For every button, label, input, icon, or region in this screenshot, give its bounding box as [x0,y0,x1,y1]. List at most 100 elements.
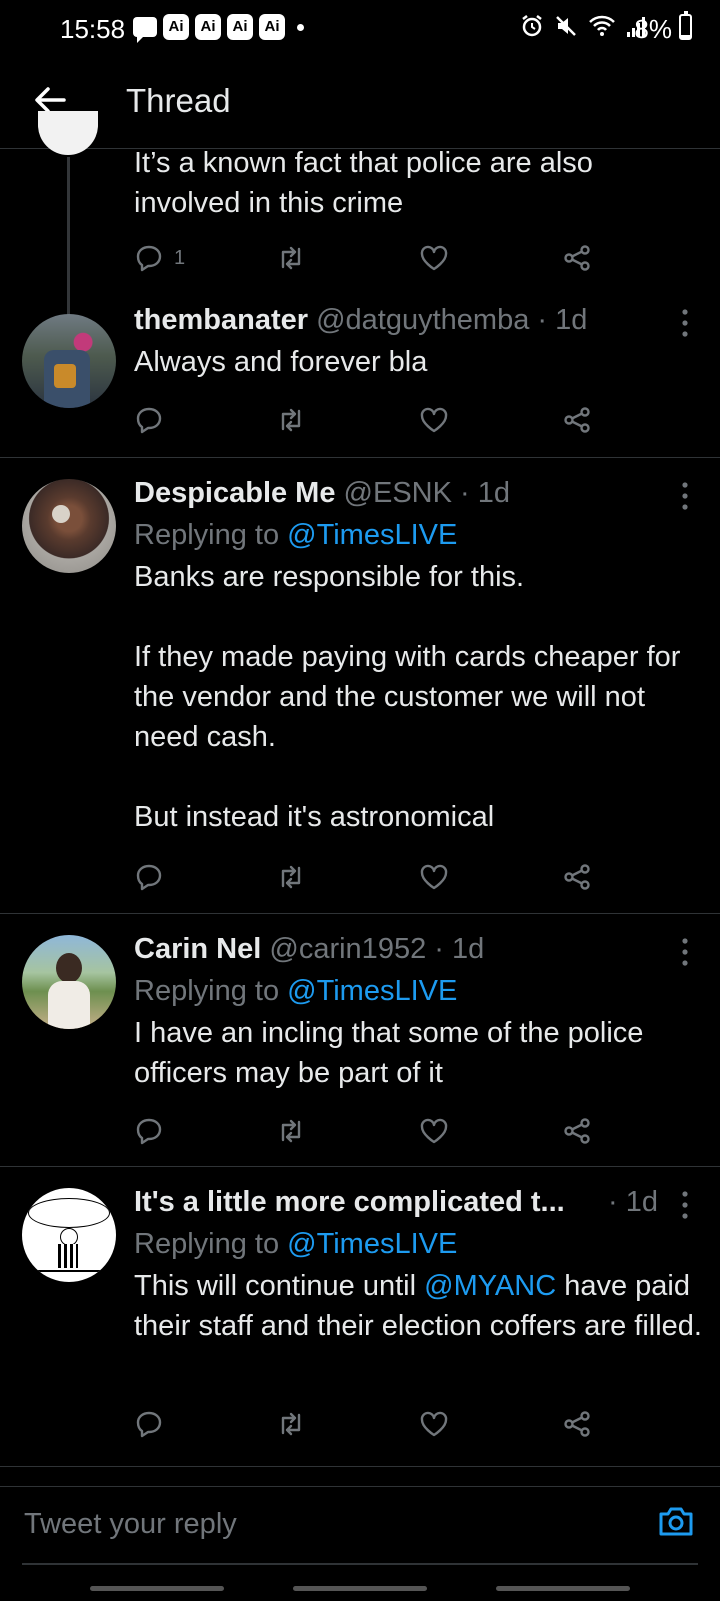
like-button[interactable] [419,857,449,897]
tweet-actions [134,1111,614,1151]
retweet-button[interactable] [276,400,306,440]
tweet-actions [134,857,614,897]
message-icon [133,17,157,43]
display-name[interactable]: Despicable Me [134,477,335,509]
heart-icon [420,1118,448,1144]
battery-icon [679,11,692,40]
more-options-icon[interactable] [680,937,690,967]
tweet-header: Despicable Me @ESNK · 1d [134,477,511,509]
heart-icon [420,245,448,271]
mention-link[interactable]: @TimesLIVE [287,1228,457,1260]
reply-button[interactable] [134,857,164,897]
share-button[interactable] [562,238,592,278]
tweet-actions: 1 [134,238,614,278]
avatar [38,111,98,155]
ai-badge-icon: Ai [259,14,285,40]
username[interactable]: @datguythemba [316,304,529,336]
reply-button[interactable] [134,400,164,440]
like-button[interactable] [419,1111,449,1151]
tweet-actions [134,1404,614,1444]
timestamp[interactable]: 1d [626,1186,658,1218]
timestamp[interactable]: 1d [478,477,510,509]
nav-recent-handle[interactable] [90,1586,224,1591]
share-button[interactable] [562,400,592,440]
retweet-button[interactable] [276,1111,306,1151]
display-name[interactable]: thembanater [134,304,308,336]
like-button[interactable] [419,400,449,440]
alarm-icon [522,15,542,37]
heart-icon [420,407,448,433]
page-title: Thread [126,82,231,119]
username[interactable]: @ESNK [344,477,452,509]
replying-to: Replying to @TimesLIVE [134,519,458,551]
tweet[interactable]: Despicable Me @ESNK · 1d Replying to @Ti… [0,457,720,914]
retweet-icon [281,1412,301,1436]
share-icon [564,864,590,890]
avatar[interactable] [22,1188,116,1282]
retweet-icon [281,246,301,270]
ai-badge-icon: Ai [195,14,221,40]
share-button[interactable] [562,1404,592,1444]
more-options-icon[interactable] [680,481,690,511]
reply-button[interactable] [134,1111,164,1151]
reply-button[interactable]: 1 [134,238,185,278]
share-button[interactable] [562,1111,592,1151]
tweet[interactable]: It’s a known fact that police are also i… [0,111,720,317]
tweet-actions [134,400,614,440]
avatar[interactable] [22,314,116,408]
retweet-icon [281,408,301,432]
display-name[interactable]: Carin Nel [134,933,261,965]
reply-count: 1 [174,246,186,269]
mention-link[interactable]: @TimesLIVE [287,975,457,1007]
display-name[interactable]: It's a little more complicated t... [134,1186,565,1218]
share-icon [564,1411,590,1437]
nav-back-handle[interactable] [496,1586,630,1591]
tweet[interactable]: thembanater @datguythemba · 1d Always an… [0,304,720,458]
share-icon [564,245,590,271]
retweet-icon [281,865,301,889]
retweet-button[interactable] [276,1404,306,1444]
share-icon [564,1118,590,1144]
share-button[interactable] [562,857,592,897]
retweet-button[interactable] [276,857,306,897]
mute-icon [556,16,576,36]
tweet-text: I have an incling that some of the polic… [134,1017,644,1089]
camera-icon[interactable] [656,1501,696,1541]
replying-to: Replying to @TimesLIVE [134,1228,458,1260]
replying-to: Replying to @TimesLIVE [134,975,458,1007]
retweet-button[interactable] [276,238,306,278]
ai-badge-icon: Ai [227,14,253,40]
system-navigation-bar [0,1582,720,1600]
mention-link[interactable]: @TimesLIVE [287,519,457,551]
tweet-time: · 1d [608,1186,658,1218]
tweet-header: It's a little more complicated t... [134,1186,565,1219]
more-options-icon[interactable] [680,308,690,338]
like-button[interactable] [419,238,449,278]
avatar[interactable] [22,935,116,1029]
retweet-icon [281,1119,301,1143]
status-time: 15:58 [60,14,126,44]
heart-icon [420,1411,448,1437]
wifi-icon [589,15,615,36]
reply-button[interactable] [134,1404,164,1444]
tweet[interactable]: Carin Nel @carin1952 · 1d Replying to @T… [0,913,720,1167]
tweet-text: Always and forever bla [134,346,428,378]
tweet-text: It’s a known fact that police are also i… [134,147,593,219]
tweet[interactable]: It's a little more complicated t... · 1d… [0,1166,720,1467]
mention-link[interactable]: @MYANC [424,1270,556,1302]
reply-icon [136,407,162,434]
thread-header: Thread [0,56,720,149]
tweet-text: This will continue until @MYANC have pai… [134,1270,702,1342]
system-icons [520,14,648,38]
nav-home-handle[interactable] [293,1586,427,1591]
more-options-icon[interactable] [680,1190,690,1220]
avatar[interactable] [22,479,116,573]
tweet-text: Banks are responsible for this. If they … [134,561,681,833]
username[interactable]: @carin1952 [269,933,426,965]
reply-input[interactable] [22,1507,586,1542]
thread-connector-line [67,157,70,317]
battery-percentage: 8% [634,14,672,44]
timestamp[interactable]: 1d [555,304,587,336]
like-button[interactable] [419,1404,449,1444]
timestamp[interactable]: 1d [452,933,484,965]
